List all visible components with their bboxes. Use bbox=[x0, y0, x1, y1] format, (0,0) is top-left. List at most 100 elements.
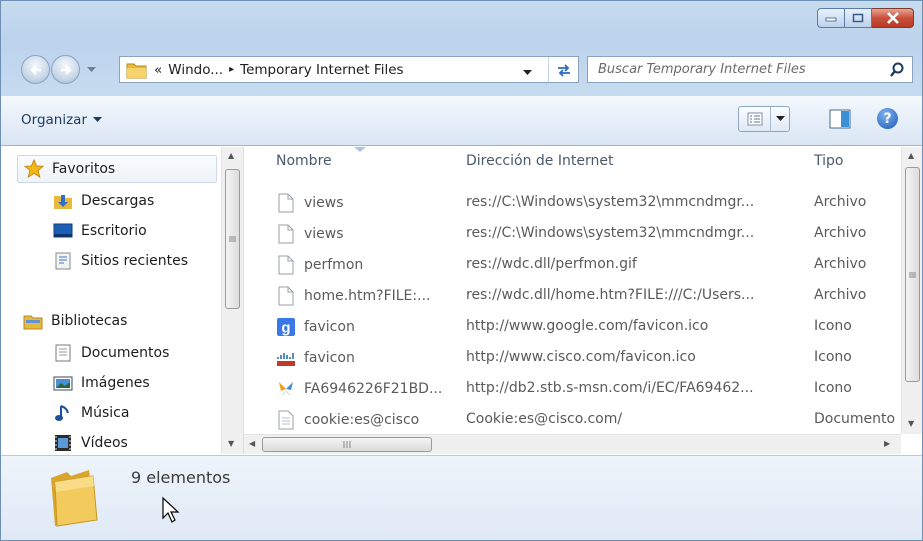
scrollbar-thumb[interactable] bbox=[262, 437, 432, 452]
file-name: favicon bbox=[304, 350, 355, 366]
music-icon bbox=[53, 403, 73, 423]
organize-button[interactable]: Organizar bbox=[21, 112, 102, 128]
chevron-down-icon bbox=[775, 116, 785, 121]
preview-pane-icon[interactable] bbox=[829, 109, 851, 129]
sort-indicator-icon bbox=[354, 147, 366, 152]
text-file-icon bbox=[276, 410, 296, 430]
nav-item-downloads[interactable]: Descargas bbox=[53, 187, 154, 215]
search-input[interactable]: Buscar Temporary Internet Files bbox=[598, 62, 888, 77]
file-name: views bbox=[304, 195, 344, 211]
blank-file-icon bbox=[276, 255, 296, 275]
chevron-down-icon bbox=[523, 70, 532, 75]
recent-pages-button[interactable] bbox=[85, 64, 97, 76]
search-box[interactable]: Buscar Temporary Internet Files bbox=[587, 56, 913, 83]
grip-icon bbox=[343, 441, 351, 448]
nav-item-recent-places[interactable]: Sitios recientes bbox=[53, 247, 188, 275]
recent-places-icon bbox=[53, 251, 73, 271]
breadcrumb-item-temporary-internet-files[interactable]: Temporary Internet Files bbox=[240, 62, 403, 78]
nav-item-label: Documentos bbox=[81, 345, 170, 361]
file-address: Cookie:es@cisco.com/ bbox=[466, 411, 623, 427]
close-button[interactable] bbox=[872, 8, 914, 28]
scroll-left-icon[interactable]: ◀ bbox=[249, 439, 255, 448]
help-icon[interactable]: ? bbox=[877, 108, 898, 129]
command-bar: Organizar ? bbox=[1, 96, 922, 146]
scrollbar-thumb[interactable] bbox=[905, 167, 920, 382]
msn-butterfly-icon bbox=[276, 379, 296, 399]
back-button[interactable] bbox=[21, 55, 50, 84]
nav-item-desktop[interactable]: Escritorio bbox=[53, 217, 147, 245]
file-list-horizontal-scrollbar[interactable]: ◀ ▶ bbox=[244, 434, 901, 454]
file-name: cookie:es@cisco bbox=[304, 412, 420, 428]
nav-item-label: Imágenes bbox=[81, 375, 150, 391]
nav-item-label: Vídeos bbox=[81, 435, 128, 451]
nav-item-videos[interactable]: Vídeos bbox=[53, 429, 128, 457]
nav-item-label: Música bbox=[81, 405, 130, 421]
file-type: Archivo bbox=[814, 194, 867, 210]
nav-item-documents[interactable]: Documentos bbox=[53, 339, 169, 367]
table-row[interactable]: cookie:es@cisco Cookie:es@cisco.com/ Doc… bbox=[244, 403, 899, 434]
file-name: FA6946226F21BD... bbox=[304, 381, 443, 397]
file-address: res://wdc.dll/home.htm?FILE:///C:/Users.… bbox=[466, 287, 755, 303]
column-header-type[interactable]: Tipo bbox=[814, 147, 843, 175]
navigation-pane: Favoritos Descargas Escritorio Sitios re… bbox=[1, 147, 244, 454]
minimize-button[interactable] bbox=[817, 8, 845, 28]
column-header-address[interactable]: Dirección de Internet bbox=[466, 147, 613, 175]
nav-item-label: Sitios recientes bbox=[81, 253, 188, 269]
chevron-down-icon bbox=[86, 67, 96, 72]
address-bar[interactable]: « Windo... ▸ Temporary Internet Files bbox=[119, 56, 579, 83]
window-frame: « Windo... ▸ Temporary Internet Files Bu… bbox=[1, 1, 922, 96]
nav-item-favorites[interactable]: Favoritos bbox=[17, 155, 217, 183]
table-row[interactable]: home.htm?FILE:... res://wdc.dll/home.htm… bbox=[244, 279, 899, 310]
organize-label: Organizar bbox=[21, 112, 87, 128]
breadcrumb-separator[interactable]: ▸ bbox=[229, 64, 234, 75]
blank-file-icon bbox=[276, 193, 296, 213]
grip-icon bbox=[909, 272, 916, 277]
address-dropdown-button[interactable] bbox=[523, 65, 532, 80]
file-address: http://www.cisco.com/favicon.ico bbox=[466, 349, 696, 365]
forward-button[interactable] bbox=[51, 55, 80, 84]
scrollbar-thumb[interactable] bbox=[225, 169, 240, 309]
table-row[interactable]: FA6946226F21BD... http://db2.stb.s-msn.c… bbox=[244, 372, 899, 403]
navigation-row: « Windo... ▸ Temporary Internet Files Bu… bbox=[1, 53, 922, 85]
nav-item-libraries[interactable]: Bibliotecas bbox=[23, 307, 127, 335]
scroll-down-icon[interactable]: ▼ bbox=[908, 419, 914, 428]
nav-pane-scrollbar[interactable]: ▲ ▼ bbox=[221, 147, 243, 454]
table-row[interactable]: views res://C:\Windows\system32\mmcndmgr… bbox=[244, 186, 899, 217]
change-view-button[interactable] bbox=[738, 106, 790, 132]
view-options-dropdown[interactable] bbox=[771, 116, 789, 122]
nav-item-pictures[interactable]: Imágenes bbox=[53, 369, 150, 397]
column-header-name[interactable]: Nombre bbox=[276, 147, 332, 175]
desktop-icon bbox=[53, 221, 73, 241]
file-address: http://www.google.com/favicon.ico bbox=[466, 318, 709, 334]
breadcrumb-overflow[interactable]: « bbox=[154, 62, 162, 78]
refresh-button[interactable] bbox=[548, 57, 578, 82]
table-row[interactable]: views res://C:\Windows\system32\mmcndmgr… bbox=[244, 217, 899, 248]
table-row[interactable]: favicon http://www.cisco.com/favicon.ico… bbox=[244, 341, 899, 372]
scroll-down-icon[interactable]: ▼ bbox=[228, 439, 234, 448]
chevron-down-icon bbox=[93, 117, 102, 122]
explorer-window: « Windo... ▸ Temporary Internet Files Bu… bbox=[0, 0, 923, 541]
table-row[interactable]: g favicon http://www.google.com/favicon.… bbox=[244, 310, 899, 341]
caption-buttons bbox=[817, 8, 914, 28]
file-list-vertical-scrollbar[interactable]: ▲ ▼ bbox=[901, 147, 922, 434]
table-row[interactable]: perfmon res://wdc.dll/perfmon.gif Archiv… bbox=[244, 248, 899, 279]
list-view-glyph bbox=[747, 112, 762, 126]
grip-icon bbox=[229, 236, 236, 242]
mouse-cursor-icon bbox=[162, 496, 180, 523]
breadcrumb-item-windows[interactable]: Windo... bbox=[168, 62, 223, 78]
scroll-right-icon[interactable]: ▶ bbox=[884, 439, 890, 448]
downloads-icon bbox=[53, 191, 73, 211]
scroll-up-icon[interactable]: ▲ bbox=[908, 151, 914, 160]
nav-item-music[interactable]: Música bbox=[53, 399, 129, 427]
scroll-up-icon[interactable]: ▲ bbox=[228, 151, 234, 160]
file-type: Archivo bbox=[814, 287, 867, 303]
folder-icon bbox=[126, 63, 147, 78]
back-forward-group bbox=[21, 55, 117, 84]
file-type: Documento bbox=[814, 411, 896, 427]
maximize-button[interactable] bbox=[845, 8, 872, 28]
details-pane: 9 elementos bbox=[1, 455, 922, 540]
details-view-icon[interactable] bbox=[739, 107, 771, 131]
file-type: Icono bbox=[814, 349, 852, 365]
documents-icon bbox=[53, 343, 73, 363]
search-icon[interactable] bbox=[888, 61, 906, 79]
